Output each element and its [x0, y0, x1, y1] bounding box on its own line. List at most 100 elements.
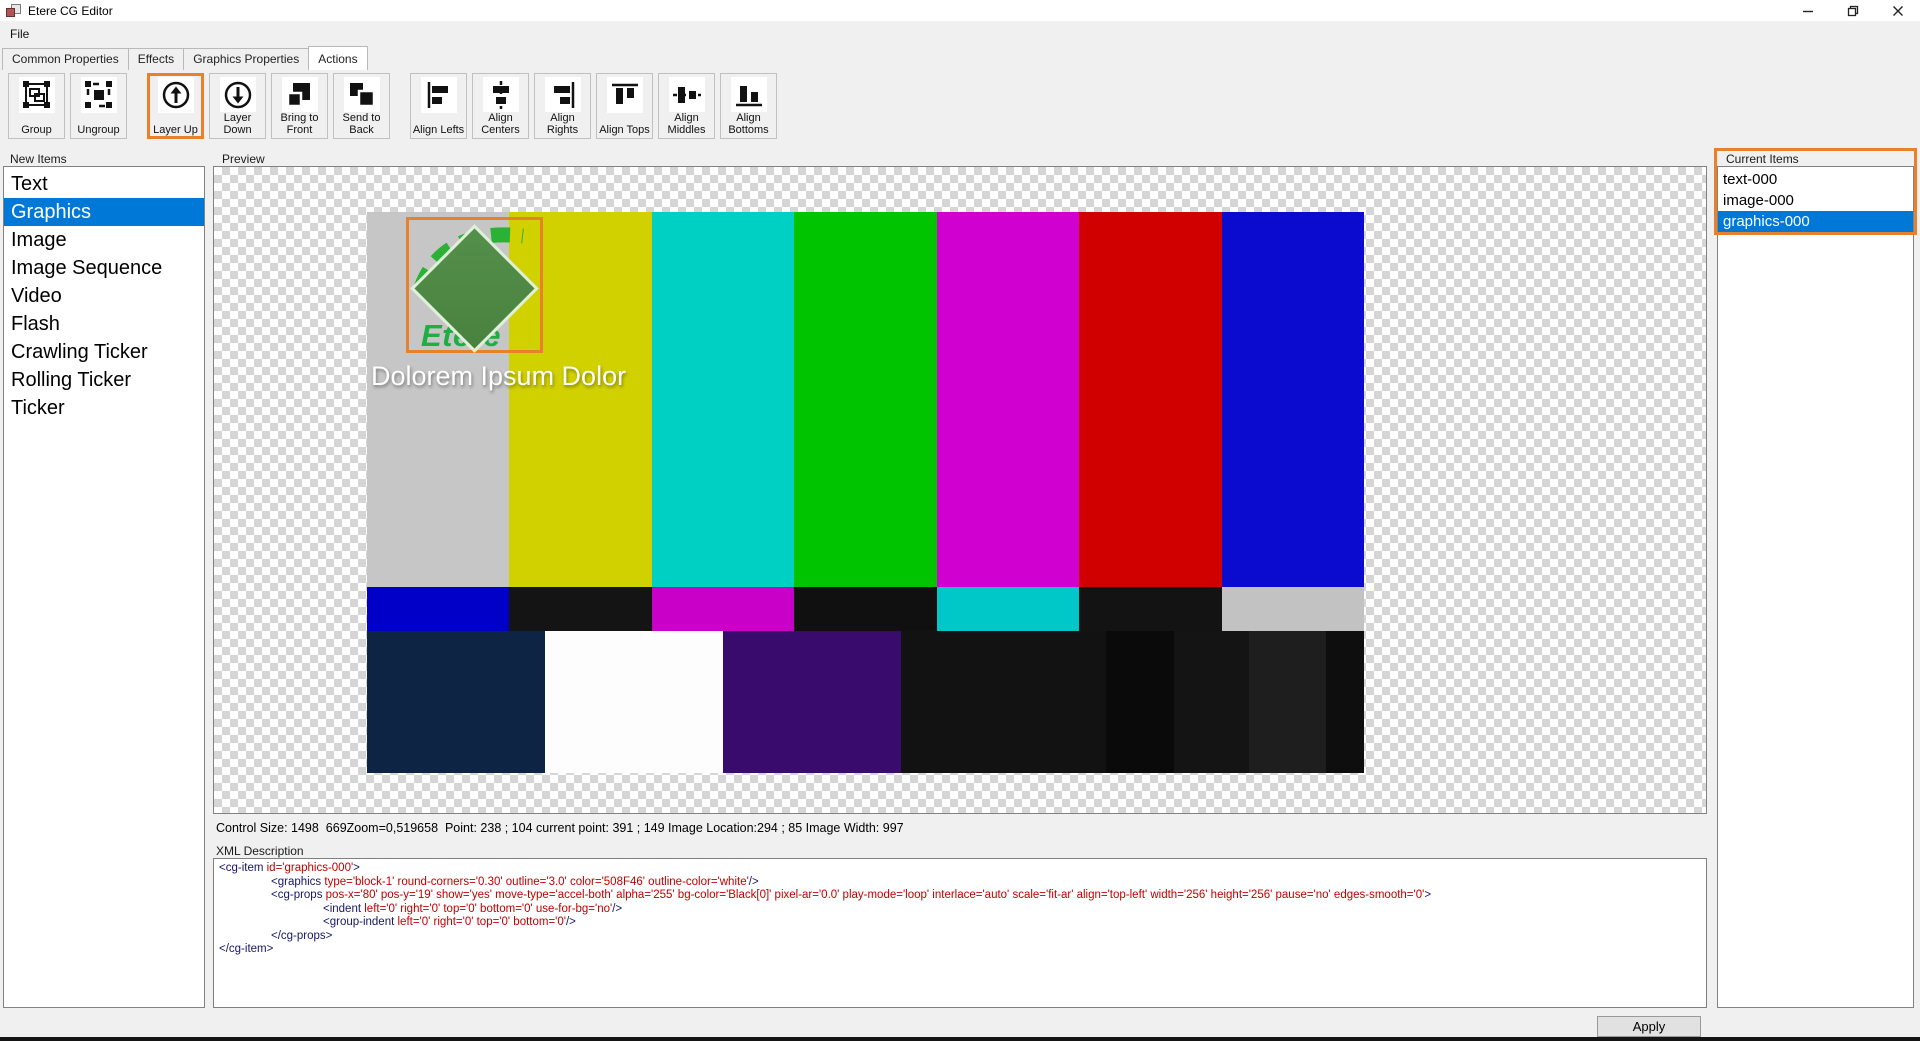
tab-actions[interactable]: Actions [308, 46, 367, 70]
toolbar-group: Align Lefts Align Centers Align Rights Alig… [410, 73, 777, 139]
new-item-rolling-ticker[interactable]: Rolling Ticker [4, 366, 204, 394]
xml-line: <graphics type='block-1' round-corners='… [271, 876, 1701, 890]
new-items-label: New Items [10, 152, 67, 166]
app-icon [6, 4, 21, 17]
new-item-flash[interactable]: Flash [4, 310, 204, 338]
current-item-image-000[interactable]: image-000 [1718, 190, 1913, 211]
color-bar [1222, 212, 1364, 587]
align-lefts-icon [421, 77, 457, 113]
color-bar [937, 587, 1079, 631]
restore-icon [1847, 5, 1859, 17]
toolbar-button-label: Bring to Front [273, 112, 326, 136]
title-bar: Etere CG Editor [0, 0, 1920, 22]
current-item-text-000[interactable]: text-000 [1718, 169, 1913, 190]
preview-overlay-text[interactable]: Dolorem Ipsum Dolor [371, 361, 626, 392]
align-rights-icon [545, 77, 581, 112]
tab-strip: Common PropertiesEffectsGraphics Propert… [2, 48, 367, 70]
toolbar-button-label: Group [21, 124, 52, 136]
new-item-text[interactable]: Text [4, 170, 204, 198]
align-centers-icon [483, 77, 519, 112]
color-bar [1079, 587, 1221, 631]
window-bottom-border [0, 1037, 1920, 1041]
current-items-label: Current Items [1726, 152, 1799, 166]
color-bar [545, 631, 723, 773]
color-bar [652, 212, 794, 587]
color-bar [1326, 631, 1364, 773]
send-to-back-button[interactable]: Send to Back [333, 73, 390, 139]
new-item-image-sequence[interactable]: Image Sequence [4, 254, 204, 282]
xml-line: </cg-item> [219, 943, 1701, 957]
send-to-back-icon [344, 77, 380, 112]
menu-file[interactable]: File [0, 23, 39, 45]
tab-graphics-properties[interactable]: Graphics Properties [183, 48, 309, 70]
apply-button[interactable]: Apply [1597, 1016, 1701, 1037]
toolbar-button-label: Align Rights [536, 112, 589, 136]
color-bar [509, 587, 651, 631]
align-middles-button[interactable]: Align Middles [658, 73, 715, 139]
toolbar: Group Ungroup Layer UpLayer Down Bring to F… [8, 73, 777, 139]
bring-to-front-button[interactable]: Bring to Front [271, 73, 328, 139]
layer-up-icon [158, 77, 194, 113]
tab-effects[interactable]: Effects [128, 48, 184, 70]
toolbar-button-label: Send to Back [335, 112, 388, 136]
menu-bar: File [0, 23, 1920, 45]
new-item-ticker[interactable]: Ticker [4, 394, 204, 422]
bring-to-front-icon [282, 77, 318, 112]
color-bars-mid [367, 587, 1364, 631]
test-pattern-image[interactable]: Etere Dolorem Ipsum Dolor [367, 212, 1364, 773]
align-bottoms-button[interactable]: Align Bottoms [720, 73, 777, 139]
align-rights-button[interactable]: Align Rights [534, 73, 591, 139]
current-items-list: text-000image-000graphics-000 [1717, 166, 1914, 1008]
new-item-graphics[interactable]: Graphics [4, 198, 204, 226]
align-bottoms-icon [731, 77, 767, 112]
color-bar [652, 587, 794, 631]
xml-line: <cg-props pos-x='80' pos-y='19' show='ye… [271, 889, 1701, 903]
toolbar-button-label: Ungroup [77, 124, 119, 136]
align-lefts-button[interactable]: Align Lefts [410, 73, 467, 139]
color-bars-bottom [367, 631, 1364, 773]
current-item-graphics-000[interactable]: graphics-000 [1718, 211, 1913, 232]
status-line: Control Size: 1498 669Zoom=0,519658 Poin… [216, 821, 904, 835]
toolbar-button-label: Align Bottoms [722, 112, 775, 136]
toolbar-button-label: Align Tops [599, 124, 650, 136]
new-item-crawling-ticker[interactable]: Crawling Ticker [4, 338, 204, 366]
toolbar-group: Layer UpLayer Down Bring to Front Send to … [147, 73, 390, 139]
layer-up-button[interactable]: Layer Up [147, 73, 204, 139]
color-bar [794, 212, 936, 587]
color-bar [367, 587, 509, 631]
restore-button[interactable] [1830, 0, 1875, 22]
xml-line: </cg-props> [271, 930, 1701, 944]
window-title: Etere CG Editor [28, 4, 113, 18]
color-bar [1249, 631, 1326, 773]
toolbar-button-label: Align Centers [474, 112, 527, 136]
xml-description-box[interactable]: <cg-item id='graphics-000'><graphics typ… [213, 858, 1707, 1008]
preview-label: Preview [222, 152, 265, 166]
toolbar-button-label: Align Lefts [413, 124, 464, 136]
color-bar [901, 631, 1106, 773]
color-bar [367, 631, 545, 773]
color-bar [1174, 631, 1249, 773]
graphics-selection-box[interactable]: Etere [406, 217, 543, 353]
new-item-image[interactable]: Image [4, 226, 204, 254]
layer-down-button[interactable]: Layer Down [209, 73, 266, 139]
color-bar [1079, 212, 1221, 587]
toolbar-button-label: Align Middles [660, 112, 713, 136]
align-tops-button[interactable]: Align Tops [596, 73, 653, 139]
minimize-button[interactable] [1785, 0, 1830, 22]
close-icon [1892, 5, 1904, 17]
tab-common-properties[interactable]: Common Properties [2, 48, 129, 70]
ungroup-button[interactable]: Ungroup [70, 73, 127, 139]
close-button[interactable] [1875, 0, 1920, 22]
new-item-video[interactable]: Video [4, 282, 204, 310]
new-items-list: TextGraphicsImageImage SequenceVideoFlas… [3, 166, 205, 1008]
group-button[interactable]: Group [8, 73, 65, 139]
xml-line: <indent left='0' right='0' top='0' botto… [323, 903, 1701, 917]
xml-line: <group-indent left='0' right='0' top='0'… [323, 916, 1701, 930]
align-tops-icon [607, 77, 643, 113]
minimize-icon [1802, 5, 1814, 17]
align-centers-button[interactable]: Align Centers [472, 73, 529, 139]
ungroup-icon [81, 77, 117, 113]
color-bar [1106, 631, 1174, 773]
group-icon [19, 77, 55, 113]
preview-canvas[interactable]: Etere Dolorem Ipsum Dolor [213, 166, 1707, 814]
